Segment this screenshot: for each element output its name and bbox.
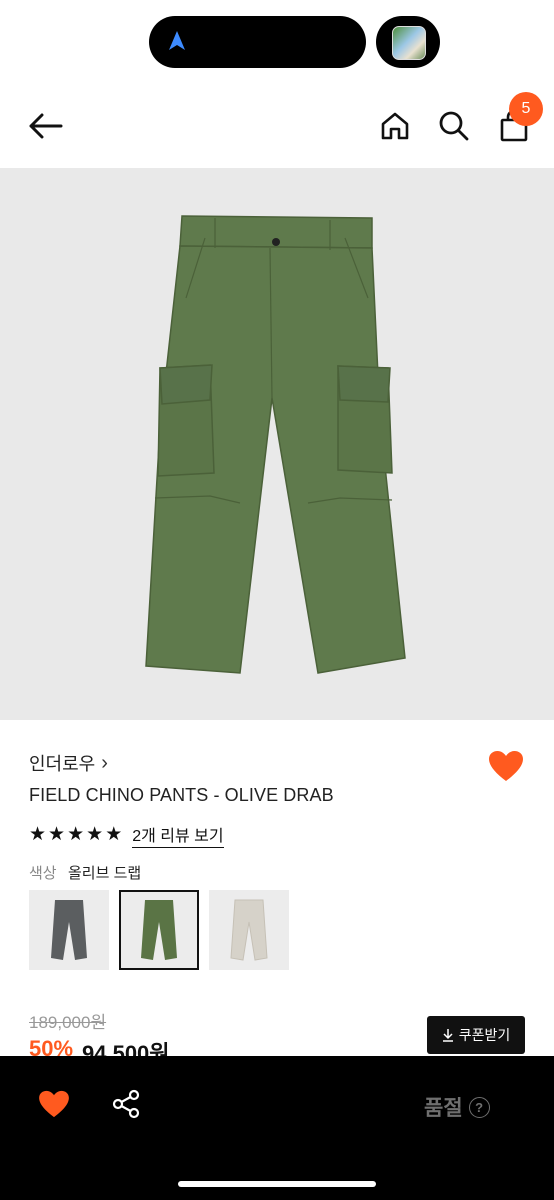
search-button[interactable]	[436, 108, 472, 144]
back-arrow-icon	[29, 113, 63, 139]
search-icon	[439, 111, 469, 141]
heart-icon	[39, 1090, 69, 1118]
heart-icon	[489, 751, 523, 781]
share-icon	[112, 1089, 140, 1119]
home-icon	[381, 112, 409, 140]
cart-count-badge: 5	[509, 92, 543, 126]
pants-illustration	[145, 215, 406, 674]
app-thumbnail[interactable]	[376, 16, 440, 68]
product-title: FIELD CHINO PANTS - OLIVE DRAB	[29, 785, 334, 805]
soldout-status: 품절 ?	[424, 1092, 490, 1122]
soldout-label: 품절	[424, 1097, 463, 1120]
chevron-right-icon: ›	[101, 751, 108, 774]
coupon-label: 쿠폰받기	[458, 1027, 511, 1043]
help-icon[interactable]: ?	[468, 1096, 490, 1118]
star-icon: ★	[86, 824, 104, 845]
swatch-gray[interactable]	[29, 890, 109, 970]
star-icon: ★	[48, 824, 66, 845]
color-label: 색상	[29, 865, 57, 882]
star-icon: ★	[67, 824, 85, 845]
wishlist-button[interactable]	[484, 746, 528, 786]
download-icon	[442, 1029, 453, 1042]
bottom-action-bar	[0, 1056, 554, 1200]
swatch-image	[51, 900, 87, 960]
brand-link[interactable]: 인더로우 ›	[29, 750, 108, 776]
share-button[interactable]	[106, 1084, 146, 1124]
swatch-image	[230, 899, 268, 961]
color-value: 올리브 드랩	[68, 865, 142, 882]
app-thumbnail-image	[392, 26, 426, 60]
back-button[interactable]	[25, 108, 65, 144]
star-icon: ★	[105, 824, 123, 845]
coupon-button[interactable]: 쿠폰받기	[427, 1016, 525, 1054]
swatch-image	[141, 900, 177, 960]
navigation-arrow-icon	[169, 31, 185, 50]
product-image[interactable]	[0, 168, 554, 720]
home-indicator[interactable]	[178, 1181, 376, 1187]
swatch-olive[interactable]	[119, 890, 199, 970]
brand-name: 인더로우	[29, 754, 96, 774]
swatch-beige[interactable]	[209, 890, 289, 970]
bottom-wishlist-button[interactable]	[34, 1084, 74, 1124]
home-button[interactable]	[377, 108, 413, 144]
star-icon: ★	[29, 824, 47, 845]
rating-row: ★ ★ ★ ★ ★ 2개 리뷰 보기	[29, 822, 224, 848]
original-price: 189,000원	[29, 1013, 107, 1032]
review-link[interactable]: 2개 리뷰 보기	[132, 822, 224, 848]
